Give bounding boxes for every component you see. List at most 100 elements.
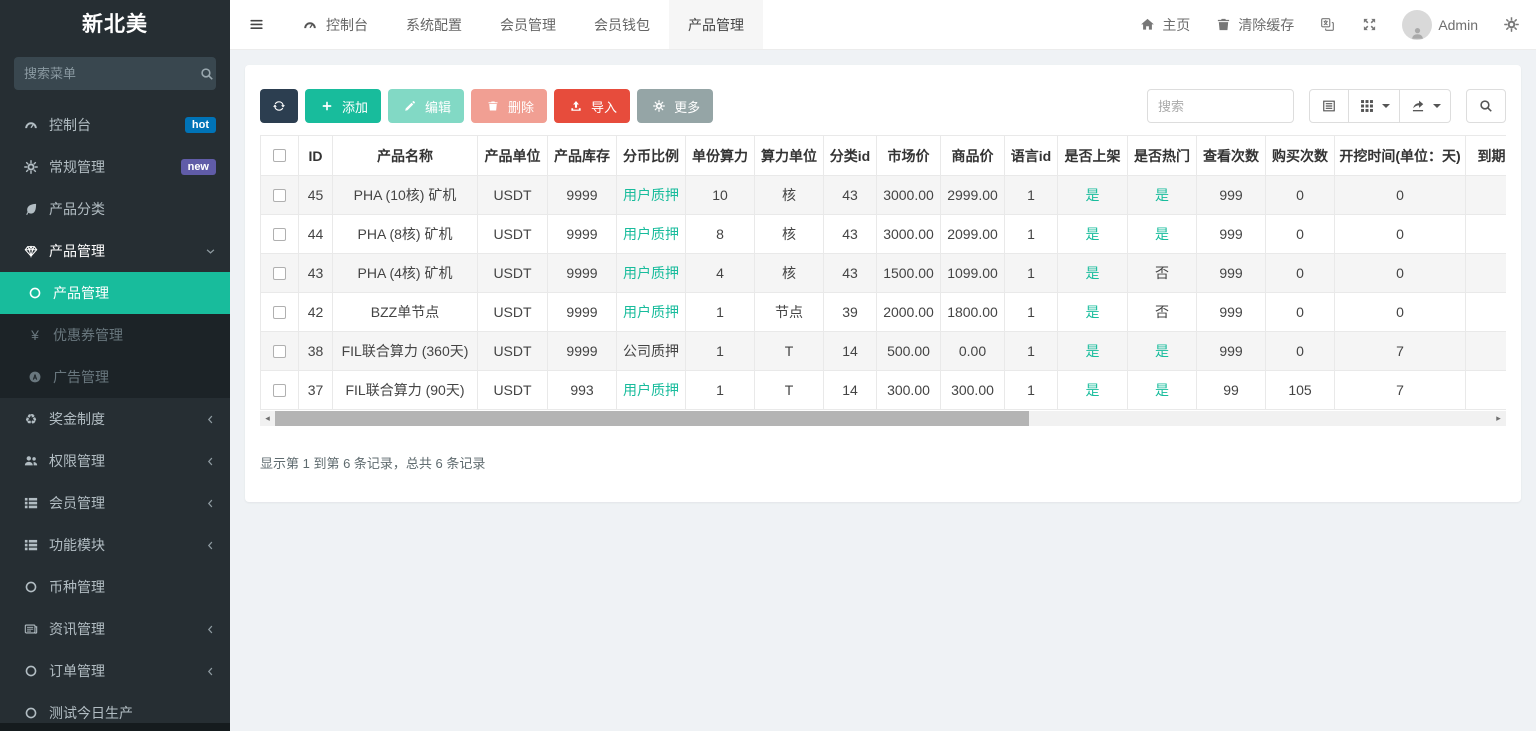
column-mining-days[interactable]: 开挖时间(单位：天) [1334, 135, 1466, 176]
row-checkbox[interactable] [273, 383, 286, 397]
sidebar-menu: 控制台 hot 常规管理 new 产品分类 产品管理 产品管理 ¥ 优惠券管理 广告管理 ♻ 奖金制度… [0, 104, 230, 731]
column-power-unit[interactable]: 算力单位 [754, 135, 824, 176]
delete-button[interactable]: 删除 [471, 89, 548, 123]
tab-label: 产品管理 [688, 16, 744, 33]
sidebar-search-input[interactable] [24, 66, 200, 81]
cell-unit-power: 4 [685, 253, 755, 293]
column-unit-power[interactable]: 单份算力 [685, 135, 755, 176]
sidebar-item-coupon-manage[interactable]: ¥ 优惠券管理 [0, 314, 230, 356]
sidebar-item-news-manage[interactable]: 资讯管理 [0, 608, 230, 650]
column-category-id[interactable]: 分类id [823, 135, 877, 176]
chevron-left-icon [205, 498, 216, 509]
edit-button[interactable]: 编辑 [388, 89, 465, 123]
scrollbar-track[interactable] [275, 411, 1491, 426]
row-select-cell [260, 370, 299, 410]
tab-system-config[interactable]: 系统配置 [387, 0, 481, 49]
tab-member-manage[interactable]: 会员管理 [481, 0, 575, 49]
scroll-right-arrow[interactable]: ▸ [1491, 411, 1506, 426]
export-button[interactable] [1400, 89, 1451, 123]
column-id[interactable]: ID [298, 135, 333, 176]
cell-on-sale: 是 [1057, 292, 1128, 332]
column-purchases[interactable]: 购买次数 [1265, 135, 1335, 176]
sidebar-item-console[interactable]: 控制台 hot [0, 104, 230, 146]
column-market-price[interactable]: 市场价 [876, 135, 941, 176]
table-search-input[interactable] [1147, 89, 1294, 123]
column-product-price[interactable]: 商品价 [940, 135, 1005, 176]
cell-name: PHA (4核) 矿机 [332, 253, 478, 293]
row-checkbox[interactable] [273, 305, 286, 319]
cell-unit-power: 10 [685, 175, 755, 215]
cell-coin-ratio[interactable]: 用户质押 [616, 370, 686, 410]
cell-coin-ratio[interactable]: 用户质押 [616, 214, 686, 254]
row-checkbox[interactable] [273, 266, 286, 280]
upload-icon [567, 100, 585, 112]
cell-coin-ratio[interactable]: 用户质押 [616, 292, 686, 332]
fullscreen-button[interactable] [1360, 17, 1378, 32]
column-on-sale[interactable]: 是否上架 [1057, 135, 1128, 176]
sidebar-item-product-manage[interactable]: 产品管理 [0, 230, 230, 272]
topbar: 控制台 系统配置 会员管理 会员钱包 产品管理 主页 清除缓存 Admin [230, 0, 1536, 50]
tab-member-wallet[interactable]: 会员钱包 [575, 0, 669, 49]
sidebar-item-ad-manage[interactable]: 广告管理 [0, 356, 230, 398]
cell-coin-ratio[interactable]: 用户质押 [616, 253, 686, 293]
scrollbar-thumb[interactable] [275, 411, 1029, 426]
sidebar-item-label: 权限管理 [49, 453, 105, 469]
table-row: 37 FIL联合算力 (90天) USDT 993 用户质押 1 T 14 300.00 300.… [260, 370, 1506, 410]
cell-coin-ratio[interactable]: 公司质押 [616, 331, 686, 371]
columns-button[interactable] [1349, 89, 1400, 123]
detail-view-button[interactable] [1309, 89, 1349, 123]
add-button[interactable]: 添加 [305, 89, 382, 123]
column-is-hot[interactable]: 是否热门 [1127, 135, 1197, 176]
cell-purchases: 0 [1265, 175, 1335, 215]
column-expire-time[interactable]: 到期时间 [1465, 135, 1506, 176]
trash-icon [484, 100, 502, 112]
sidebar-item-label: 产品管理 [53, 285, 109, 301]
row-checkbox[interactable] [273, 227, 286, 241]
sidebar-item-product-manage-sub[interactable]: 产品管理 [0, 272, 230, 314]
tab-label: 会员管理 [500, 16, 556, 33]
column-unit[interactable]: 产品单位 [477, 135, 548, 176]
cell-expire-time [1465, 370, 1506, 410]
sidebar-item-function-module[interactable]: 功能模块 [0, 524, 230, 566]
import-button[interactable]: 导入 [554, 89, 631, 123]
tab-label: 系统配置 [406, 16, 462, 33]
settings-button[interactable] [1502, 17, 1520, 32]
cell-coin-ratio[interactable]: 用户质押 [616, 175, 686, 215]
sidebar-item-currency-manage[interactable]: 币种管理 [0, 566, 230, 608]
more-button[interactable]: 更多 [637, 89, 714, 123]
select-all-checkbox[interactable] [273, 149, 286, 162]
tab-product-manage[interactable]: 产品管理 [669, 0, 763, 49]
user-menu[interactable]: Admin [1402, 9, 1478, 40]
scroll-left-arrow[interactable]: ◂ [260, 411, 275, 426]
sidebar-item-permission-manage[interactable]: 权限管理 [0, 440, 230, 482]
cell-market-price: 1500.00 [876, 253, 941, 293]
row-checkbox[interactable] [273, 344, 286, 358]
content-area: 添加 编辑 删除 导入 更多 ID产品名称产品单位产品库存分币比例单份算力算力单位分类i… [230, 50, 1536, 731]
language-button[interactable] [1318, 17, 1336, 32]
expand-icon [1360, 17, 1378, 32]
sidebar-item-order-manage[interactable]: 订单管理 [0, 650, 230, 692]
table-search-button[interactable] [1466, 89, 1506, 123]
refresh-button[interactable] [260, 89, 298, 123]
column-coin-ratio[interactable]: 分币比例 [616, 135, 686, 176]
row-checkbox[interactable] [273, 188, 286, 202]
cell-name: FIL联合算力 (90天) [332, 370, 478, 410]
cell-mining-days: 0 [1334, 292, 1466, 332]
column-name[interactable]: 产品名称 [332, 135, 478, 176]
clear-cache-button[interactable]: 清除缓存 [1214, 15, 1294, 35]
gear-icon [650, 100, 668, 112]
tab-console[interactable]: 控制台 [282, 0, 387, 49]
column-lang-id[interactable]: 语言id [1004, 135, 1058, 176]
cell-market-price: 3000.00 [876, 214, 941, 254]
select-all-header[interactable] [260, 135, 299, 176]
hamburger-button[interactable] [230, 0, 282, 49]
sidebar-item-product-category[interactable]: 产品分类 [0, 188, 230, 230]
sidebar-item-label: 产品分类 [49, 201, 105, 217]
sidebar-item-general-manage[interactable]: 常规管理 new [0, 146, 230, 188]
column-stock[interactable]: 产品库存 [547, 135, 617, 176]
sidebar-item-bonus-system[interactable]: ♻ 奖金制度 [0, 398, 230, 440]
cell-mining-days: 0 [1334, 253, 1466, 293]
column-views[interactable]: 查看次数 [1196, 135, 1266, 176]
sidebar-item-member-manage[interactable]: 会员管理 [0, 482, 230, 524]
home-button[interactable]: 主页 [1138, 15, 1190, 35]
